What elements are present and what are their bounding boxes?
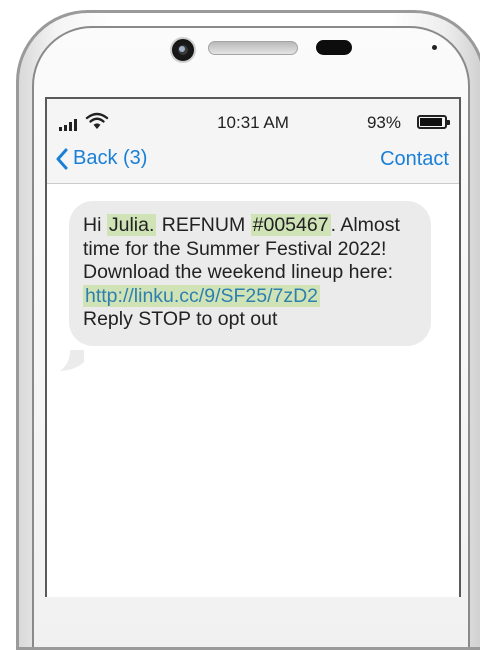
ref-number: #005467 xyxy=(250,214,331,236)
indicator-dot xyxy=(432,45,437,50)
back-button[interactable]: Back (3) xyxy=(55,147,147,170)
proximity-sensor xyxy=(316,40,352,55)
chevron-left-icon xyxy=(56,148,68,169)
message-footer: Reply STOP to opt out xyxy=(83,308,278,330)
bubble-tail xyxy=(60,350,84,371)
back-label: Back (3) xyxy=(73,147,148,169)
incoming-message-bubble: Hi Julia. REFNUM #005467. Almost time fo… xyxy=(69,201,431,346)
front-camera xyxy=(170,37,196,63)
message-thread: Hi Julia. REFNUM #005467. Almost time fo… xyxy=(47,184,459,597)
battery-percent: 93% xyxy=(366,113,401,132)
ref-label: REFNUM xyxy=(161,214,246,236)
message-greeting: Hi xyxy=(83,214,102,236)
contact-button[interactable]: Contact xyxy=(380,148,449,171)
recipient-name: Julia. xyxy=(106,214,157,236)
battery-icon xyxy=(417,115,450,129)
ref-end: . xyxy=(330,214,336,236)
phone-screen: 10:31 AM 93% Back (3) Contact Hi Julia. … xyxy=(45,97,461,597)
message-link[interactable]: http://linku.cc/9/SF25/7zD2 xyxy=(83,284,321,307)
conversation-nav-bar: Back (3) Contact xyxy=(47,139,459,184)
earpiece-speaker xyxy=(208,41,298,55)
status-bar: 10:31 AM 93% xyxy=(47,99,459,139)
